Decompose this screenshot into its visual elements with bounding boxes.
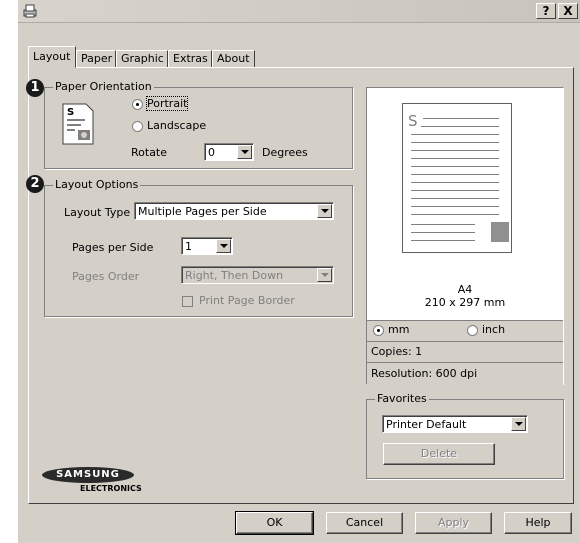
close-title-button[interactable]: X bbox=[558, 3, 578, 19]
pages-per-side-dropdown[interactable]: 1 bbox=[181, 237, 233, 255]
preview-page-letter: S bbox=[408, 112, 418, 130]
layout-type-value: Multiple Pages per Side bbox=[138, 205, 267, 218]
unit-inch-radio[interactable] bbox=[467, 325, 478, 336]
printer-properties-window: ? X Layout Paper Graphic Extras About Pa… bbox=[18, 0, 580, 543]
pages-per-side-label: Pages per Side bbox=[72, 241, 154, 254]
print-page-border-label[interactable]: Print Page Border bbox=[199, 294, 295, 307]
favorites-group: Favorites bbox=[366, 392, 564, 479]
favorites-dropdown[interactable]: Printer Default bbox=[382, 415, 528, 433]
unit-inch-label[interactable]: inch bbox=[482, 323, 505, 336]
page-preview-panel: S A4 210 x 297 mm mm inch Copies: 1 Reso… bbox=[366, 87, 564, 385]
copies-row: Copies: 1 bbox=[367, 341, 563, 362]
chevron-down-icon[interactable] bbox=[317, 268, 332, 282]
chevron-down-icon[interactable] bbox=[317, 204, 332, 218]
layout-type-label: Layout Type bbox=[64, 206, 131, 219]
paper-orientation-title: Paper Orientation bbox=[53, 80, 154, 93]
layout-type-dropdown[interactable]: Multiple Pages per Side bbox=[134, 202, 334, 220]
apply-button[interactable]: Apply bbox=[415, 512, 492, 534]
pages-order-label: Pages Order bbox=[72, 270, 140, 283]
units-row: mm inch bbox=[367, 320, 563, 341]
degrees-label: Degrees bbox=[262, 146, 308, 159]
pages-per-side-value: 1 bbox=[185, 240, 192, 253]
landscape-radio[interactable] bbox=[132, 121, 143, 132]
chevron-down-icon[interactable] bbox=[511, 417, 526, 431]
step-1-badge: 1 bbox=[26, 79, 44, 97]
rotate-value: 0 bbox=[208, 146, 215, 159]
portrait-label[interactable]: Portrait bbox=[145, 96, 189, 111]
portrait-radio[interactable] bbox=[132, 99, 143, 110]
delete-favorite-button[interactable]: Delete bbox=[383, 443, 495, 465]
tab-graphic[interactable]: Graphic bbox=[116, 50, 168, 68]
favorites-value: Printer Default bbox=[386, 418, 467, 431]
rotate-label: Rotate bbox=[131, 146, 168, 159]
tab-paper[interactable]: Paper bbox=[76, 50, 116, 68]
tab-extras[interactable]: Extras bbox=[168, 50, 212, 68]
layout-options-title: Layout Options bbox=[53, 178, 141, 191]
rotate-dropdown[interactable]: 0 bbox=[204, 143, 254, 161]
printer-icon bbox=[22, 3, 38, 22]
portrait-page-icon: S bbox=[62, 103, 94, 145]
paper-name: A4 bbox=[457, 283, 473, 296]
landscape-label[interactable]: Landscape bbox=[147, 119, 206, 132]
paper-size: 210 x 297 mm bbox=[424, 296, 506, 309]
favorites-title: Favorites bbox=[375, 392, 429, 405]
help-title-button[interactable]: ? bbox=[536, 3, 556, 19]
preview-image-block bbox=[491, 222, 509, 242]
pages-order-dropdown[interactable]: Right, Then Down bbox=[181, 266, 334, 284]
samsung-logo: SAMSUNG ELECTRONICS bbox=[42, 467, 152, 495]
cancel-button[interactable]: Cancel bbox=[326, 512, 403, 534]
ok-button[interactable]: OK bbox=[235, 511, 314, 535]
step-2-badge: 2 bbox=[26, 175, 44, 193]
svg-text:S: S bbox=[67, 107, 74, 118]
pages-order-value: Right, Then Down bbox=[185, 269, 284, 282]
chevron-down-icon[interactable] bbox=[237, 145, 252, 159]
unit-mm-label[interactable]: mm bbox=[388, 323, 409, 336]
help-button[interactable]: Help bbox=[504, 512, 572, 534]
tab-layout[interactable]: Layout bbox=[28, 46, 76, 68]
resolution-info: Resolution: 600 dpi bbox=[371, 367, 478, 380]
copies-info: Copies: 1 bbox=[371, 345, 423, 358]
preview-page: S bbox=[402, 103, 512, 253]
chevron-down-icon[interactable] bbox=[216, 239, 231, 253]
title-bar: ? X bbox=[18, 0, 580, 23]
resolution-row: Resolution: 600 dpi bbox=[367, 362, 563, 385]
tab-about[interactable]: About bbox=[212, 50, 255, 68]
print-page-border-checkbox[interactable] bbox=[182, 296, 193, 307]
unit-mm-radio[interactable] bbox=[373, 325, 384, 336]
